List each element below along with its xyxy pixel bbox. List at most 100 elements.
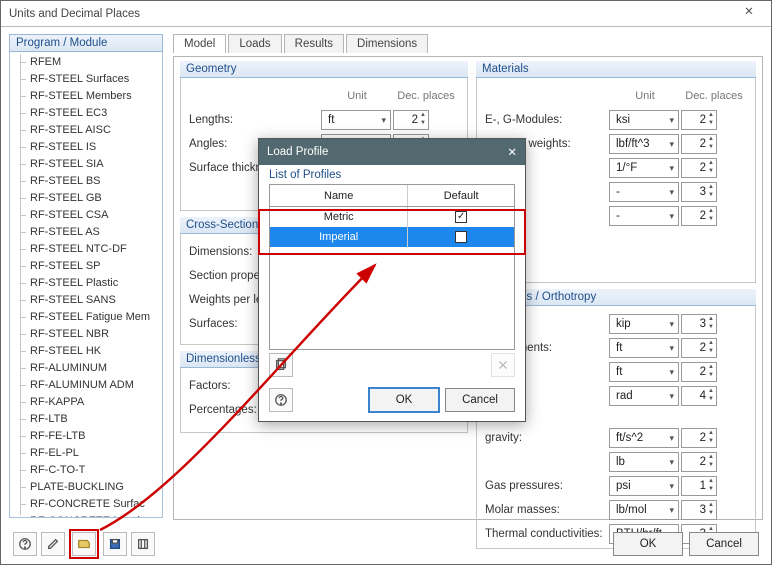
tree-item[interactable]: RF-STEEL Fatigue Mem xyxy=(16,309,162,326)
tree-item[interactable]: RF-STEEL CSA xyxy=(16,207,162,224)
tree-item[interactable]: RF-FE-LTB xyxy=(16,428,162,445)
tree-item[interactable]: RF-CONCRETE Membe xyxy=(16,513,162,518)
dialog-cancel-button[interactable]: Cancel xyxy=(445,388,515,412)
unit-select[interactable]: -▾ xyxy=(609,182,679,202)
tree-item[interactable]: RF-STEEL SIA xyxy=(16,156,162,173)
unit-select[interactable]: ft/s^2▾ xyxy=(609,428,679,448)
dialog-help-button[interactable] xyxy=(269,388,293,412)
tree-item[interactable]: RF-STEEL GB xyxy=(16,190,162,207)
unit-select[interactable]: -▾ xyxy=(609,206,679,226)
tree-item[interactable]: RF-STEEL AS xyxy=(16,224,162,241)
tree-item[interactable]: RF-STEEL EC3 xyxy=(16,105,162,122)
tree-item[interactable]: RF-EL-PL xyxy=(16,445,162,462)
unit-select[interactable]: lbf/ft^3▾ xyxy=(609,134,679,154)
unit-select[interactable]: ft▾ xyxy=(609,362,679,382)
dec-places-spinner[interactable]: 2▲▼ xyxy=(393,110,429,130)
footer: OK Cancel xyxy=(1,524,771,564)
tree-item[interactable]: PLATE-BUCKLING xyxy=(16,479,162,496)
profile-list[interactable]: Name Default Metric✓Imperial xyxy=(269,184,515,350)
unit-select[interactable]: lb/mol▾ xyxy=(609,500,679,520)
profile-row[interactable]: Metric ✓ xyxy=(270,207,514,227)
load-profile-button[interactable] xyxy=(72,532,96,556)
sidebar-tree[interactable]: RFEMRF-STEEL SurfacesRF-STEEL MembersRF-… xyxy=(9,52,163,518)
col-header-name: Name xyxy=(270,185,408,206)
unit-select[interactable]: lb▾ xyxy=(609,452,679,472)
dec-places-spinner[interactable]: 2▲▼ xyxy=(681,158,717,178)
dec-places-spinner[interactable]: 1▲▼ xyxy=(681,476,717,496)
dec-places-spinner[interactable]: 3▲▼ xyxy=(681,314,717,334)
tabstrip: Model Loads Results Dimensions xyxy=(173,34,763,53)
unit-select[interactable]: ft▾ xyxy=(609,338,679,358)
default-button[interactable] xyxy=(131,532,155,556)
dec-places-spinner[interactable]: 2▲▼ xyxy=(681,110,717,130)
dec-places-spinner[interactable]: 3▲▼ xyxy=(681,500,717,520)
tree-item[interactable]: RF-STEEL Members xyxy=(16,88,162,105)
tab-dimensions[interactable]: Dimensions xyxy=(346,34,428,53)
tree-item[interactable]: RF-C-TO-T xyxy=(16,462,162,479)
tree-item[interactable]: RF-LTB xyxy=(16,411,162,428)
profile-row[interactable]: Imperial xyxy=(270,227,514,247)
tree-item[interactable]: RF-STEEL NBR xyxy=(16,326,162,343)
dec-places-spinner[interactable]: 4▲▼ xyxy=(681,386,717,406)
tree-item[interactable]: RF-STEEL SP xyxy=(16,258,162,275)
program-module-panel: Program / Module RFEMRF-STEEL SurfacesRF… xyxy=(9,34,163,520)
unit-select[interactable]: ft▾ xyxy=(321,110,391,130)
edit-button[interactable] xyxy=(41,532,65,556)
tree-item[interactable]: RF-STEEL Surfaces xyxy=(16,71,162,88)
row-label: Molar masses: xyxy=(485,504,609,516)
tree-item[interactable]: RF-KAPPA xyxy=(16,394,162,411)
group-caption: Geometry xyxy=(180,61,468,78)
tree-item[interactable]: RFEM xyxy=(16,54,162,71)
dialog-ok-button[interactable]: OK xyxy=(369,388,439,412)
settings-row: Lengths:ft▾2▲▼ xyxy=(189,108,459,132)
dec-places-spinner[interactable]: 2▲▼ xyxy=(681,362,717,382)
tab-model[interactable]: Model xyxy=(173,34,226,53)
tab-results[interactable]: Results xyxy=(284,34,344,53)
profile-name: Metric xyxy=(270,207,408,227)
close-icon[interactable]: ✕ xyxy=(507,145,517,159)
unit-select[interactable]: kip▾ xyxy=(609,314,679,334)
tree-item[interactable]: RF-ALUMINUM xyxy=(16,360,162,377)
unit-select[interactable]: ksi▾ xyxy=(609,110,679,130)
dec-places-spinner[interactable]: 2▲▼ xyxy=(681,206,717,226)
dec-places-spinner[interactable]: 2▲▼ xyxy=(681,452,717,472)
window-title: Units and Decimal Places xyxy=(9,8,140,20)
unit-select[interactable]: 1/°F▾ xyxy=(609,158,679,178)
dec-places-spinner[interactable]: 2▲▼ xyxy=(681,428,717,448)
ok-button[interactable]: OK xyxy=(613,532,683,556)
dialog-titlebar: Load Profile ✕ xyxy=(259,139,525,165)
copy-profile-button[interactable] xyxy=(269,353,293,377)
dec-places-spinner[interactable]: 2▲▼ xyxy=(681,134,717,154)
tree-item[interactable]: RF-STEEL Plastic xyxy=(16,275,162,292)
row-label: E-, G-Modules: xyxy=(485,114,609,126)
tree-item[interactable]: RF-STEEL AISC xyxy=(16,122,162,139)
group-caption: Materials xyxy=(476,61,756,78)
tree-item[interactable]: RF-STEEL BS xyxy=(16,173,162,190)
delete-profile-button[interactable] xyxy=(491,353,515,377)
sidebar-caption: Program / Module xyxy=(9,34,163,52)
tree-item[interactable]: RF-STEEL SANS xyxy=(16,292,162,309)
unit-select[interactable]: rad▾ xyxy=(609,386,679,406)
settings-row: Gas pressures:psi▾1▲▼ xyxy=(485,474,747,498)
tree-item[interactable]: RF-STEEL HK xyxy=(16,343,162,360)
cancel-button[interactable]: Cancel xyxy=(689,532,759,556)
header-unit: Unit xyxy=(321,90,393,102)
default-checkbox[interactable]: ✓ xyxy=(455,211,467,223)
tree-item[interactable]: RF-STEEL IS xyxy=(16,139,162,156)
dec-places-spinner[interactable]: 2▲▼ xyxy=(681,338,717,358)
save-button[interactable] xyxy=(103,532,127,556)
header-unit: Unit xyxy=(609,90,681,102)
dec-places-spinner[interactable]: 3▲▼ xyxy=(681,182,717,202)
unit-select[interactable]: psi▾ xyxy=(609,476,679,496)
tab-loads[interactable]: Loads xyxy=(228,34,281,53)
help-button[interactable] xyxy=(13,532,37,556)
titlebar: Units and Decimal Places ✕ xyxy=(1,1,771,27)
tree-item[interactable]: RF-CONCRETE Surfac xyxy=(16,496,162,513)
settings-row: E-, G-Modules:ksi▾2▲▼ xyxy=(485,108,747,132)
default-checkbox[interactable] xyxy=(455,231,467,243)
tree-item[interactable]: RF-ALUMINUM ADM xyxy=(16,377,162,394)
tree-item[interactable]: RF-STEEL NTC-DF xyxy=(16,241,162,258)
settings-row: gravity:ft/s^2▾2▲▼ xyxy=(485,426,747,450)
load-profile-dialog: Load Profile ✕ List of Profiles Name Def… xyxy=(258,138,526,422)
close-icon[interactable]: ✕ xyxy=(733,4,765,24)
